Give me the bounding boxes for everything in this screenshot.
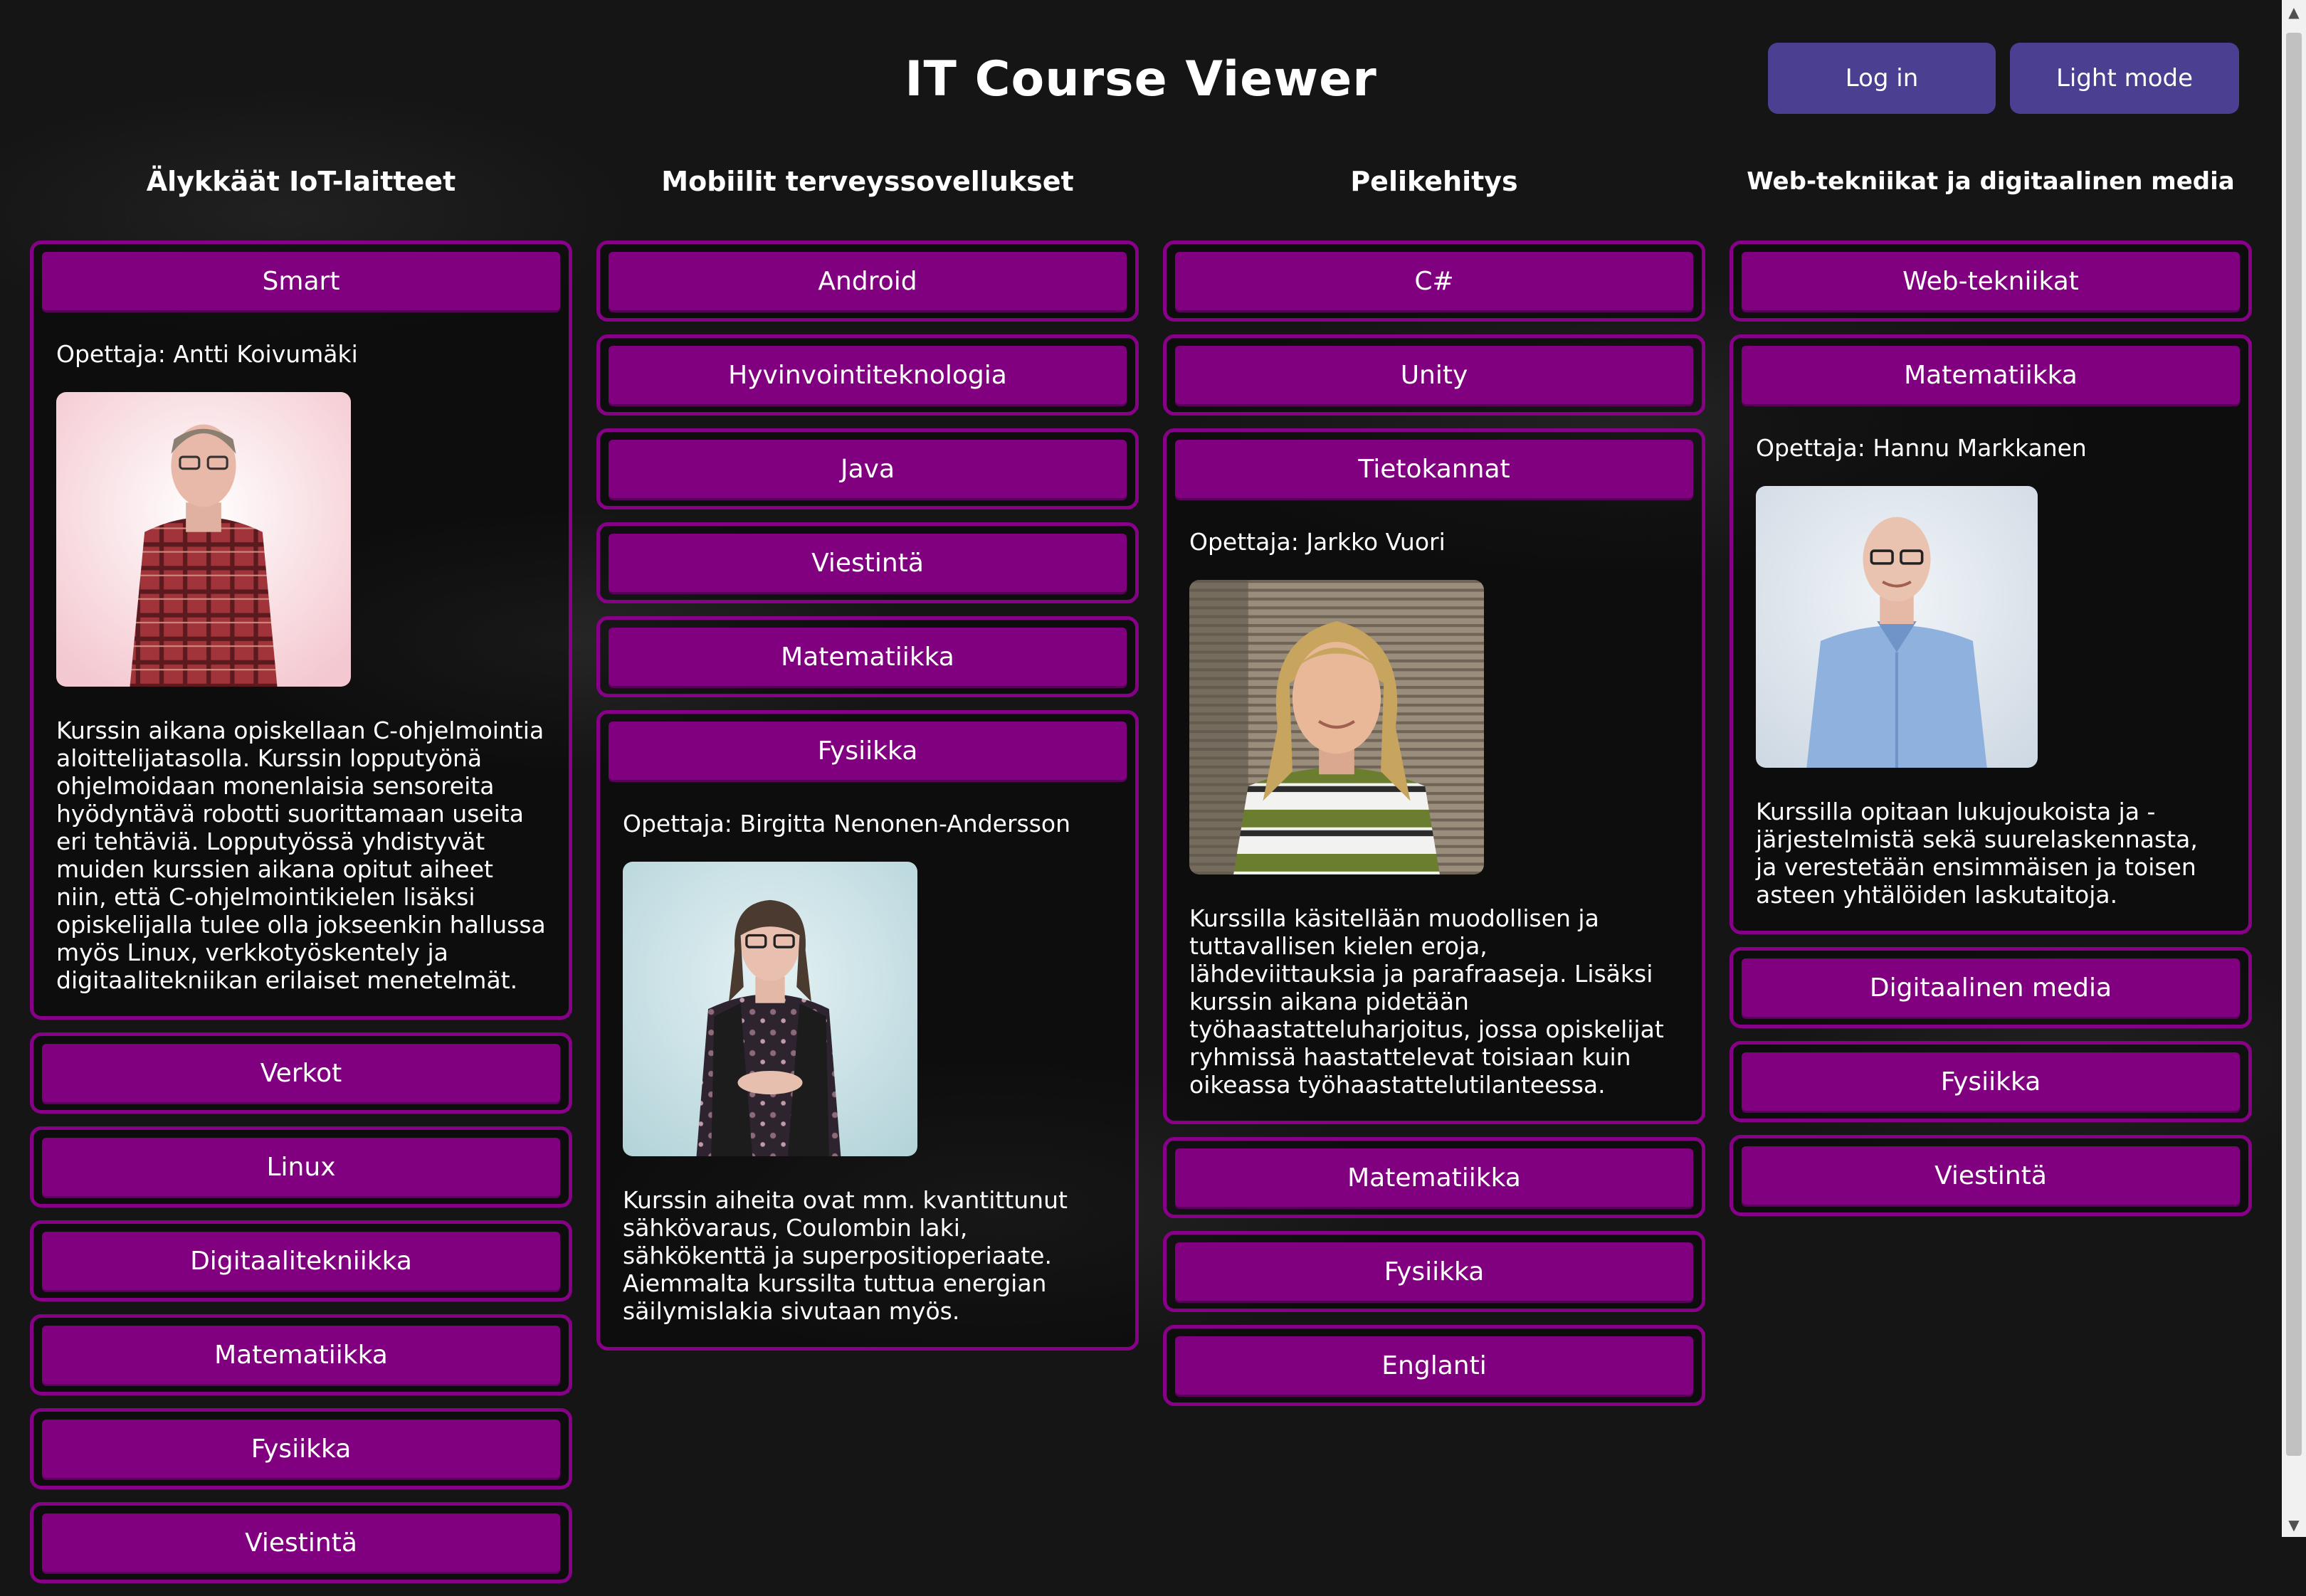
- teacher-photo: [1189, 580, 1484, 874]
- course-description: Kurssin aikana opiskellaan C-ohjelmointi…: [56, 717, 546, 994]
- course-card: Matematiikka: [596, 616, 1139, 697]
- curriculum-column-iot: Älykkäät IoT-laitteet Smart Opettaja: An…: [30, 164, 572, 1596]
- course-button-fysiikka[interactable]: Fysiikka: [42, 1420, 560, 1478]
- curriculum-column-game-dev: Pelikehitys C# Unity Tietokannat Opettaj…: [1163, 164, 1705, 1419]
- teacher-name: Opettaja: Hannu Markkanen: [1756, 434, 2087, 462]
- course-button-digitaalinen-media[interactable]: Digitaalinen media: [1742, 958, 2240, 1017]
- teacher-name: Opettaja: Jarkko Vuori: [1189, 528, 1446, 556]
- course-details: Opettaja: Birgitta Nenonen-Andersson Kur…: [609, 780, 1127, 1339]
- course-button-android[interactable]: Android: [609, 252, 1127, 310]
- course-card: Web-tekniikat: [1730, 241, 2252, 322]
- course-description: Kurssilla opitaan lukujoukoista ja -järj…: [1756, 798, 2198, 909]
- course-button-matematiikka[interactable]: Matematiikka: [42, 1326, 560, 1384]
- course-card: Digitaalitekniikka: [30, 1220, 572, 1301]
- column-title: Mobiilit terveyssovellukset: [661, 166, 1074, 197]
- teacher-name: Opettaja: Antti Koivumäki: [56, 340, 358, 368]
- course-button-matematiikka[interactable]: Matematiikka: [1742, 346, 2240, 404]
- course-card: Fysiikka: [30, 1408, 572, 1489]
- teacher-photo: [623, 862, 917, 1156]
- course-description: Kurssin aiheita ovat mm. kvantittunut sä…: [623, 1186, 1068, 1325]
- course-button-fysiikka[interactable]: Fysiikka: [1175, 1242, 1693, 1301]
- course-button-viestinta[interactable]: Viestintä: [609, 534, 1127, 592]
- course-card: Viestintä: [30, 1502, 572, 1583]
- course-button-tietokannat[interactable]: Tietokannat: [1175, 440, 1693, 498]
- course-button-fysiikka[interactable]: Fysiikka: [609, 722, 1127, 780]
- teacher-photo: [1756, 486, 2038, 768]
- course-card: Android: [596, 241, 1139, 322]
- course-card: Digitaalinen media: [1730, 947, 2252, 1028]
- light-mode-button[interactable]: Light mode: [2010, 43, 2239, 114]
- course-card: Viestintä: [596, 522, 1139, 603]
- course-button-englanti[interactable]: Englanti: [1175, 1336, 1693, 1395]
- course-card: Verkot: [30, 1032, 572, 1114]
- course-button-viestinta[interactable]: Viestintä: [42, 1513, 560, 1572]
- scroll-up-arrow-icon[interactable]: ▲: [2282, 0, 2306, 24]
- course-card: Tietokannat Opettaja: Jarkko Vuori Kurss…: [1163, 428, 1705, 1124]
- course-card: Matematiikka: [1163, 1137, 1705, 1218]
- course-card: Viestintä: [1730, 1135, 2252, 1216]
- course-card: Unity: [1163, 334, 1705, 416]
- scrollbar-thumb[interactable]: [2286, 33, 2302, 1456]
- course-card: Matematiikka Opettaja: Hannu Markkanen K…: [1730, 334, 2252, 934]
- scroll-down-arrow-icon[interactable]: ▼: [2282, 1513, 2306, 1537]
- column-title: Älykkäät IoT-laitteet: [146, 166, 456, 197]
- course-card: C#: [1163, 241, 1705, 322]
- course-card: Linux: [30, 1126, 572, 1207]
- teacher-photo: [56, 392, 351, 687]
- curriculum-column-mobile-health: Mobiilit terveyssovellukset Android Hyvi…: [596, 164, 1139, 1363]
- curriculum-column-web-media: Web-tekniikat ja digitaalinen media Web-…: [1730, 164, 2252, 1229]
- vertical-scrollbar[interactable]: ▲ ▼: [2282, 0, 2306, 1537]
- course-button-fysiikka[interactable]: Fysiikka: [1742, 1052, 2240, 1111]
- course-card: Matematiikka: [30, 1314, 572, 1395]
- teacher-name: Opettaja: Birgitta Nenonen-Andersson: [623, 810, 1071, 837]
- column-title: Web-tekniikat ja digitaalinen media: [1747, 167, 2235, 196]
- course-details: Opettaja: Jarkko Vuori Kurssilla käsitel…: [1175, 498, 1693, 1113]
- course-button-linux[interactable]: Linux: [42, 1138, 560, 1196]
- course-button-matematiikka[interactable]: Matematiikka: [1175, 1148, 1693, 1207]
- course-card: Hyvinvointiteknologia: [596, 334, 1139, 416]
- course-button-verkot[interactable]: Verkot: [42, 1044, 560, 1102]
- course-card: Fysiikka Opettaja: Birgitta Nenonen-Ande…: [596, 710, 1139, 1351]
- course-card: Smart Opettaja: Antti Koivumäki Kurssin …: [30, 241, 572, 1020]
- course-card: Java: [596, 428, 1139, 509]
- course-details: Opettaja: Hannu Markkanen Kurssilla opit…: [1742, 404, 2240, 923]
- course-button-java[interactable]: Java: [609, 440, 1127, 498]
- course-details: Opettaja: Antti Koivumäki Kurssin aikana…: [42, 310, 560, 1008]
- course-button-web-tekniikat[interactable]: Web-tekniikat: [1742, 252, 2240, 310]
- course-card: Fysiikka: [1163, 1231, 1705, 1312]
- course-card: Englanti: [1163, 1325, 1705, 1406]
- column-title: Pelikehitys: [1350, 166, 1518, 197]
- course-description: Kurssilla käsitellään muodollisen ja tut…: [1189, 904, 1664, 1099]
- course-button-viestinta[interactable]: Viestintä: [1742, 1146, 2240, 1205]
- course-button-matematiikka[interactable]: Matematiikka: [609, 628, 1127, 686]
- course-button-unity[interactable]: Unity: [1175, 346, 1693, 404]
- course-card: Fysiikka: [1730, 1041, 2252, 1122]
- login-button[interactable]: Log in: [1768, 43, 1996, 114]
- course-button-hyvinvointiteknologia[interactable]: Hyvinvointiteknologia: [609, 346, 1127, 404]
- course-button-smart[interactable]: Smart: [42, 252, 560, 310]
- course-button-digitaalitekniikka[interactable]: Digitaalitekniikka: [42, 1232, 560, 1290]
- course-button-csharp[interactable]: C#: [1175, 252, 1693, 310]
